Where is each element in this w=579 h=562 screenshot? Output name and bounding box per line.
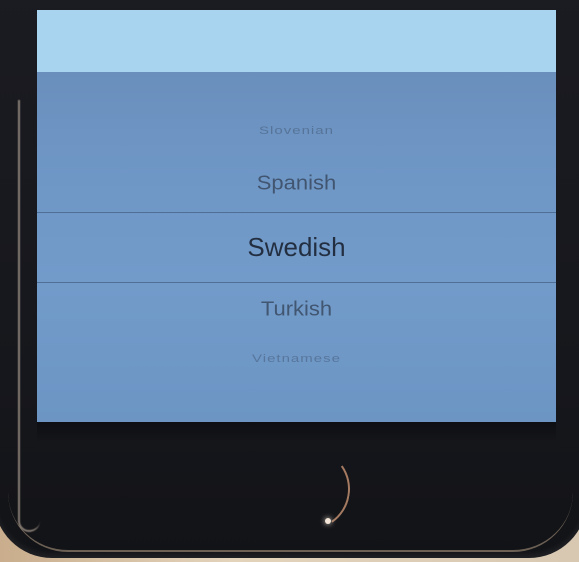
picker-item-spanish[interactable]: Spanish — [37, 171, 556, 195]
language-picker-wheel[interactable]: Slovenian Spanish Swedish Turkish Vietna… — [37, 72, 556, 422]
bezel-shadow — [37, 422, 556, 442]
phone-screen: Slovenian Spanish Swedish Turkish Vietna… — [37, 10, 556, 422]
selection-indicator-bottom — [37, 282, 556, 283]
picker-item-turkish[interactable]: Turkish — [37, 297, 556, 321]
picker-item-vietnamese[interactable]: Vietnamese — [37, 352, 556, 365]
screen-top-area — [37, 10, 556, 72]
picker-item-slovenian[interactable]: Slovenian — [37, 124, 556, 137]
picker-item-selected[interactable]: Swedish — [37, 232, 556, 263]
selection-indicator-top — [37, 212, 556, 213]
photo: Slovenian Spanish Swedish Turkish Vietna… — [0, 0, 579, 562]
home-button-glint — [325, 518, 331, 524]
